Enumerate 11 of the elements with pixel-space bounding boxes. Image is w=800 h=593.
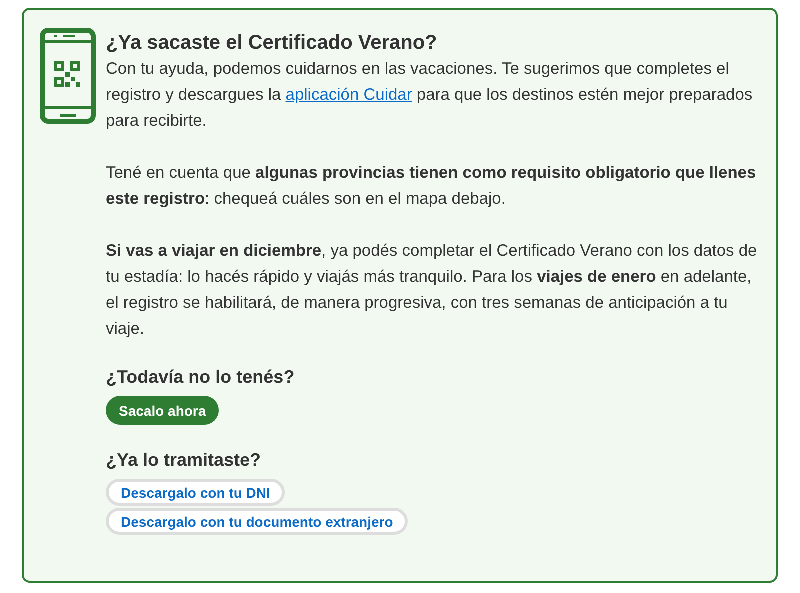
section-heading: ¿Todavía no lo tenés? xyxy=(106,366,296,389)
info-paragraph: Tené en cuenta que algunas provincias tienen como requisito obligatorio que llenes este registro: chequeá cuáles son en el mapa debajo. xyxy=(106,163,758,210)
download-button[interactable]: Descargalo con tu documento extranjero xyxy=(106,508,408,535)
section-heading: ¿Ya lo tramitaste? xyxy=(106,449,262,472)
intro-paragraph: Con tu ayuda, podemos cuidarnos en las vacaciones. Te sugerimos que completes el registro y descargues la aplicación Cuidar para que los destinos estén mejor preparados para recibirte. xyxy=(106,59,754,132)
app-link[interactable]: aplicación Cuidar xyxy=(286,86,412,104)
info-paragraph: Si vas a viajar en diciembre, ya podés completar el Certificado Verano con los datos de tu estadía: lo hacés rápido y viajás más tranquilo. Para los viajes de enero en adelante, el registro se habilitará, de manera progresiva, con tres semanas de anticipación a tu viaje. xyxy=(106,241,758,340)
card-heading: ¿Ya sacaste el Certificado Verano? xyxy=(106,31,438,56)
phone-qr-icon xyxy=(40,28,96,124)
get-certificate-button[interactable]: Sacalo ahora xyxy=(106,396,220,425)
download-button[interactable]: Descargalo con tu DNI xyxy=(106,479,286,506)
